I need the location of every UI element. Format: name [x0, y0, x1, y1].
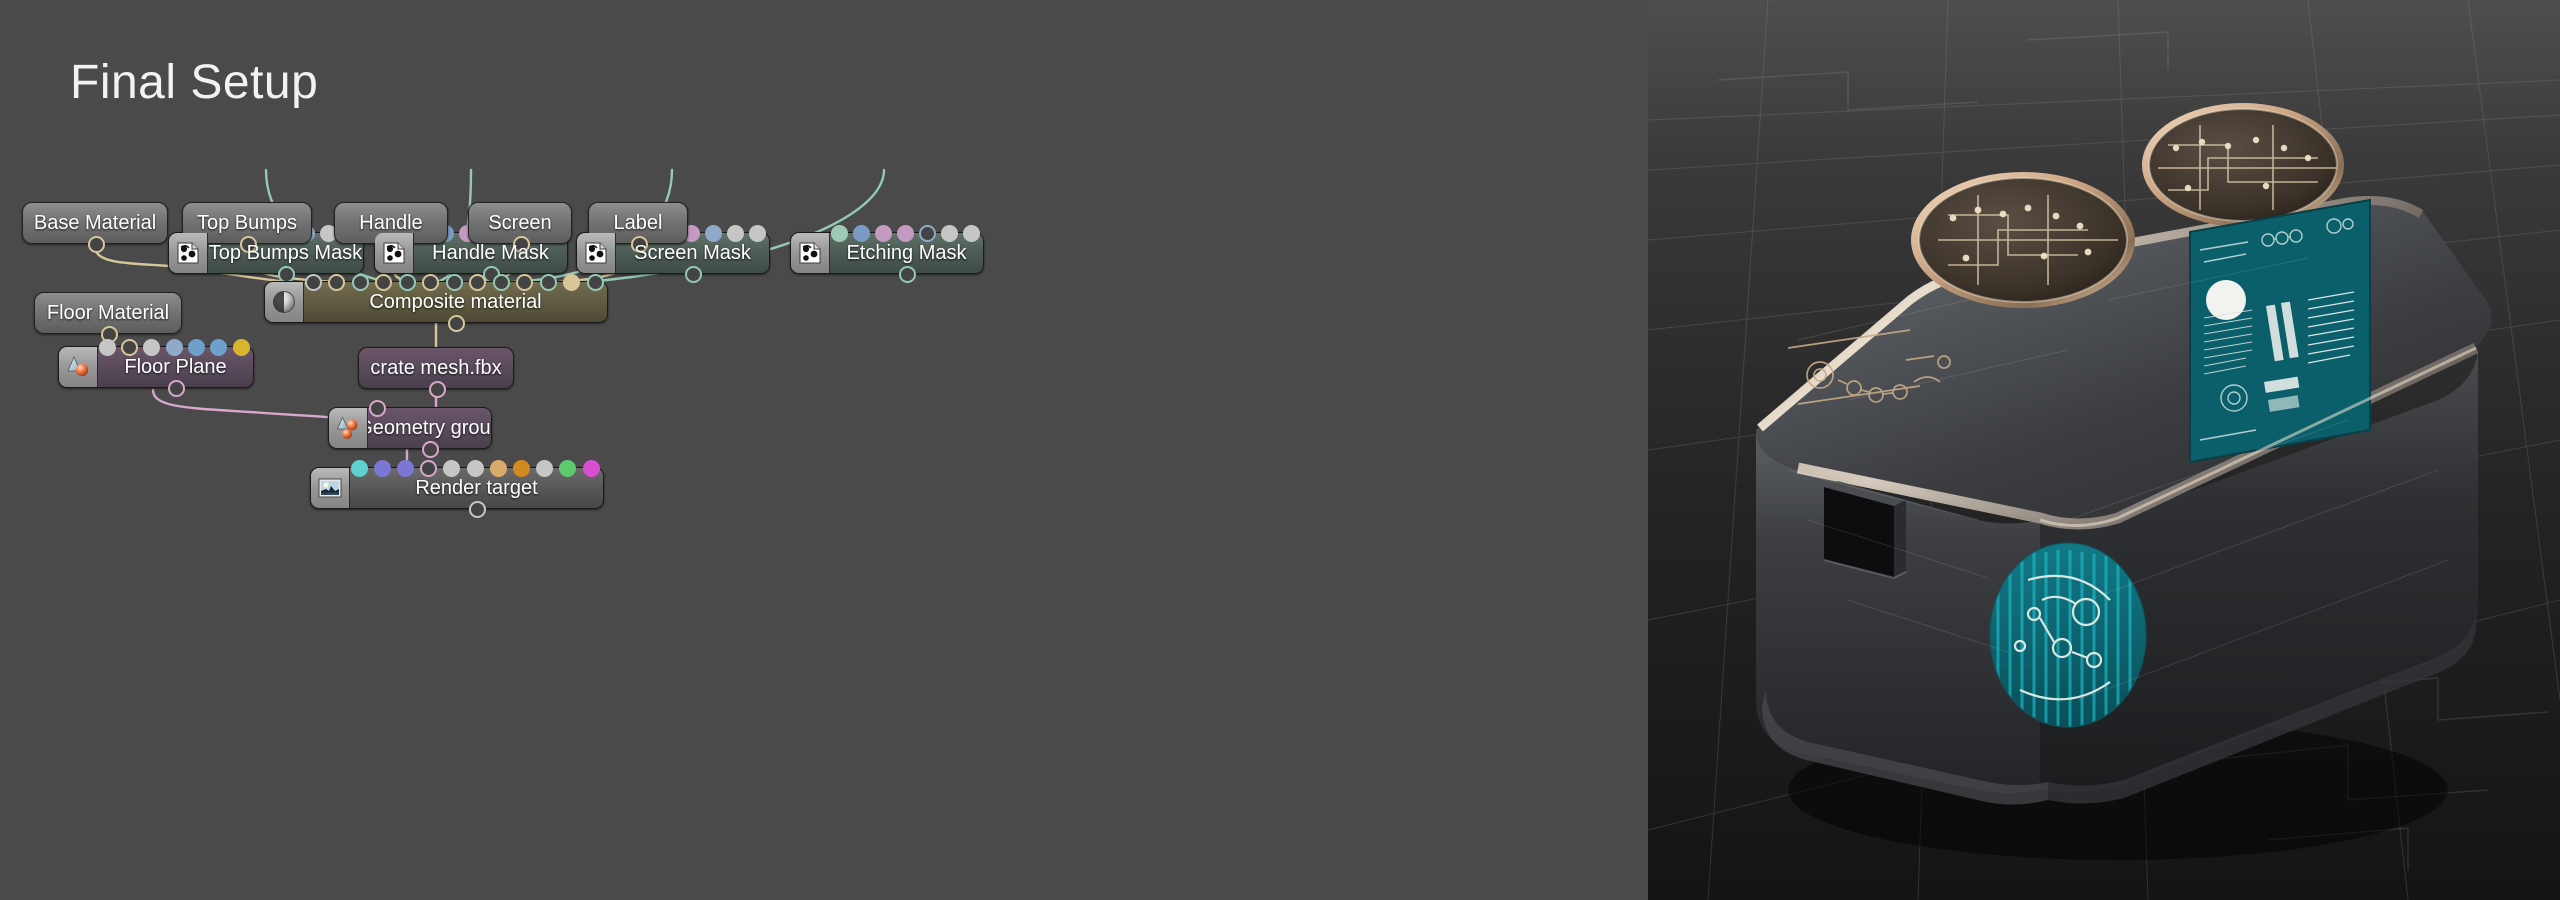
port-top-13[interactable] — [586, 274, 604, 291]
node-base-material[interactable]: Base Material — [22, 202, 168, 253]
port-top-7[interactable] — [962, 225, 980, 242]
node-label: Render target — [415, 476, 538, 499]
node-crate-mesh-fbx[interactable]: crate mesh.fbx — [358, 347, 514, 398]
texture-icon — [375, 233, 414, 273]
node-label: Composite material — [369, 290, 542, 313]
texture-icon — [577, 233, 616, 273]
app-root: Final Setup Top Bumps Mask Handle Mask S… — [0, 0, 2560, 900]
mesh-icon — [59, 347, 98, 387]
node-label: Screen Mask — [634, 241, 751, 264]
port-top-11[interactable] — [582, 460, 600, 477]
node-label: Floor Plane — [124, 355, 227, 378]
render-preview — [1648, 0, 2560, 900]
node-floor-material[interactable]: Floor Material — [34, 292, 182, 343]
port-top-1[interactable] — [368, 400, 386, 417]
port-top-7[interactable] — [489, 460, 507, 477]
port-output[interactable] — [87, 236, 105, 253]
port-top-12[interactable] — [563, 274, 580, 291]
node-label: Geometry group — [368, 416, 491, 439]
port-output[interactable] — [898, 266, 916, 283]
port-top-4[interactable] — [375, 274, 392, 291]
node-geometry-group[interactable]: Geometry group — [328, 400, 492, 458]
node-render-target[interactable]: Render target — [310, 460, 604, 518]
port-top-4[interactable] — [420, 460, 438, 477]
port-output[interactable] — [468, 501, 486, 518]
connection-wires — [93, 168, 886, 469]
node-label: Label — [613, 211, 663, 234]
texture-icon — [791, 233, 830, 273]
port-top-1[interactable] — [98, 339, 116, 356]
port-output[interactable] — [684, 266, 702, 283]
port-top-5[interactable] — [918, 225, 936, 242]
port-top-3[interactable] — [396, 460, 414, 477]
node-label: Screen — [488, 211, 552, 234]
node-label: Top Bumps — [196, 211, 298, 234]
port-top-8[interactable] — [469, 274, 486, 291]
port-top-6[interactable] — [726, 225, 744, 242]
crate-3d-render-image — [1648, 0, 2560, 900]
node-label: Top Bumps Mask — [208, 241, 363, 264]
node-label: Etching Mask — [846, 241, 967, 264]
port-top-4[interactable] — [896, 225, 914, 242]
port-top-10[interactable] — [516, 274, 533, 291]
port-top-1[interactable] — [830, 225, 848, 242]
node-composite-material[interactable]: Composite material — [264, 274, 608, 332]
node-label: Handle Mask — [432, 241, 549, 264]
port-top-7[interactable] — [232, 339, 250, 356]
port-top-2[interactable] — [373, 460, 391, 477]
port-output[interactable] — [447, 315, 465, 332]
port-top-8[interactable] — [512, 460, 530, 477]
port-top-9[interactable] — [536, 460, 554, 477]
port-output[interactable] — [421, 441, 439, 458]
port-top-1[interactable] — [350, 460, 368, 477]
port-top-1[interactable] — [304, 274, 322, 291]
port-top-3[interactable] — [351, 274, 369, 291]
port-top-5[interactable] — [187, 339, 205, 356]
node-label: Base Material — [33, 211, 157, 234]
texture-icon — [169, 233, 208, 273]
port-top-6[interactable] — [466, 460, 484, 477]
port-top-7[interactable] — [748, 225, 766, 242]
port-output[interactable] — [428, 381, 446, 398]
node-screen[interactable]: Screen — [468, 202, 572, 253]
node-floor-plane[interactable]: Floor Plane — [58, 339, 254, 397]
node-label: crate mesh.fbx — [370, 356, 502, 379]
node-label: Floor Material — [46, 301, 170, 324]
port-top-6[interactable] — [422, 274, 439, 291]
port-top-2[interactable] — [120, 339, 138, 356]
port-top-5[interactable] — [398, 274, 416, 291]
port-top-11[interactable] — [539, 274, 557, 291]
port-top-2[interactable] — [852, 225, 870, 242]
port-top-5[interactable] — [704, 225, 722, 242]
port-top-2[interactable] — [328, 274, 345, 291]
image-icon — [311, 468, 350, 508]
node-editor-panel[interactable]: Final Setup Top Bumps Mask Handle Mask S… — [0, 0, 1648, 900]
port-top-3[interactable] — [874, 225, 892, 242]
node-label: Handle — [359, 211, 423, 234]
port-output[interactable] — [167, 380, 185, 397]
port-top-4[interactable] — [165, 339, 183, 356]
port-top-9[interactable] — [492, 274, 510, 291]
node-etching-mask[interactable]: Etching Mask — [790, 225, 984, 283]
geo-icon — [329, 408, 368, 448]
port-top-7[interactable] — [445, 274, 463, 291]
sphere-icon — [265, 282, 304, 322]
port-top-6[interactable] — [940, 225, 958, 242]
